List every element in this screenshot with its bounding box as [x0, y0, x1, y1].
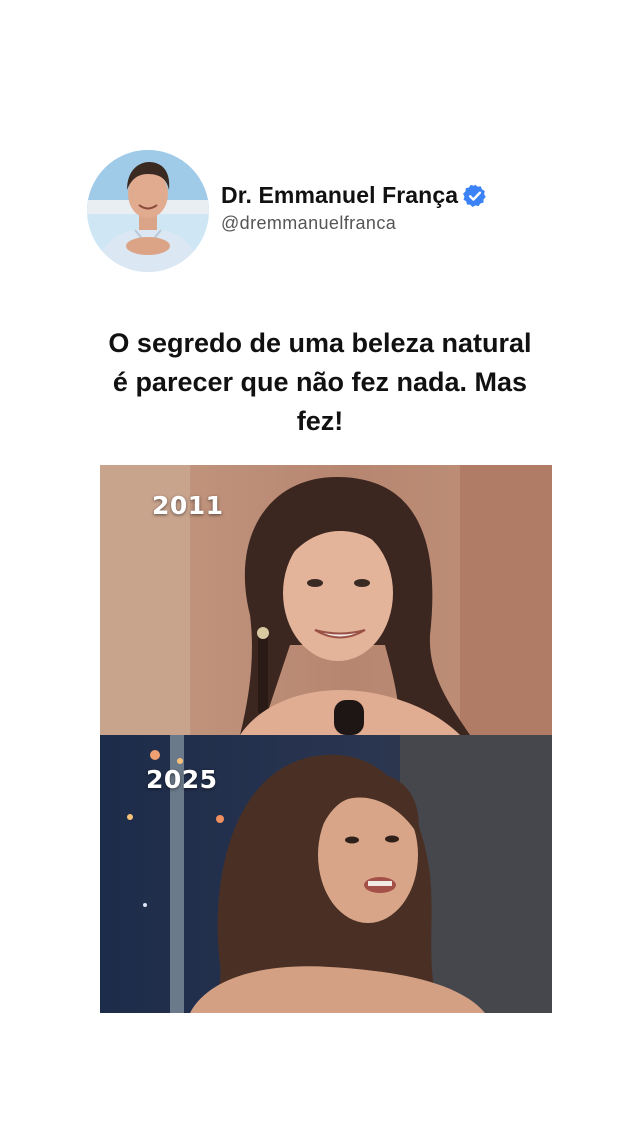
- profile-header: Dr. Emmanuel França @dremmanuelfranca: [87, 150, 488, 272]
- year-label-after: 2025: [146, 765, 218, 794]
- post-card: Dr. Emmanuel França @dremmanuelfranca O …: [0, 0, 640, 1136]
- post-headline: O segredo de uma beleza natural é parece…: [108, 328, 532, 436]
- verified-badge-icon: [463, 184, 486, 207]
- year-label-before: 2011: [152, 491, 224, 520]
- name-row: Dr. Emmanuel França: [221, 182, 488, 209]
- avatar[interactable]: [87, 150, 209, 272]
- profile-identity: Dr. Emmanuel França @dremmanuelfranca: [221, 182, 488, 234]
- after-frame: 2025: [100, 735, 552, 1013]
- before-frame: 2011: [100, 465, 552, 735]
- comparison-media[interactable]: 2011 2025: [100, 465, 552, 1013]
- avatar-image: [87, 150, 209, 272]
- handle[interactable]: @dremmanuelfranca: [221, 213, 488, 234]
- display-name[interactable]: Dr. Emmanuel França: [221, 182, 458, 209]
